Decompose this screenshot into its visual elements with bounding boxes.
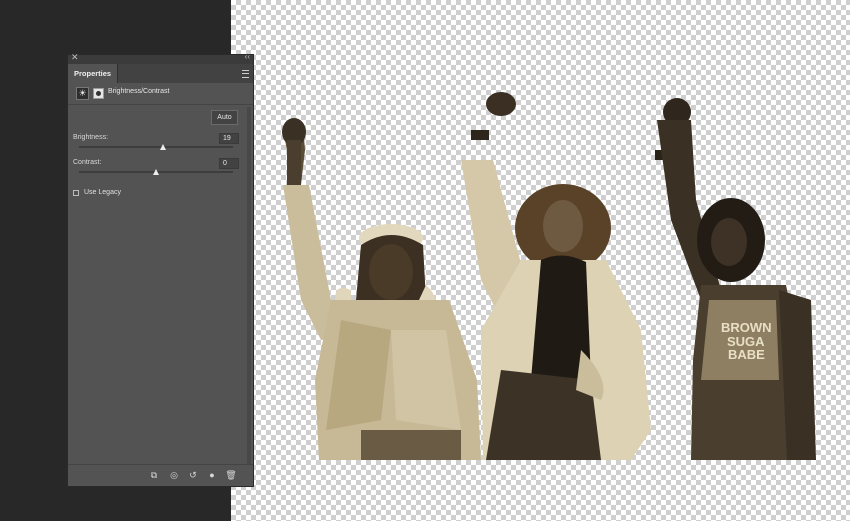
view-previous-icon[interactable]: ◎ bbox=[168, 469, 180, 481]
tab-properties[interactable]: Properties bbox=[68, 64, 119, 83]
clip-to-layer-icon[interactable]: ⧉ bbox=[148, 469, 160, 481]
adjustment-header: ☀ Brightness/Contrast bbox=[68, 83, 253, 105]
panel-title-strip[interactable]: ✕ ‹‹ bbox=[68, 52, 253, 64]
contrast-slider[interactable] bbox=[79, 169, 233, 175]
trash-icon[interactable]: 🗑 bbox=[225, 469, 237, 481]
contrast-slider-thumb[interactable] bbox=[152, 169, 159, 175]
panel-tab-bar: Properties bbox=[68, 64, 253, 83]
document-canvas[interactable]: BROWN SUGA BABE bbox=[231, 0, 850, 521]
photo-layer: BROWN SUGA BABE bbox=[282, 92, 816, 460]
panel-footer: ⧉ ◎ ↺ ● 🗑 bbox=[68, 464, 253, 486]
brightness-value-field[interactable]: 19 bbox=[219, 133, 239, 144]
woman-right: BROWN SUGA BABE bbox=[655, 98, 816, 460]
reset-icon[interactable]: ↺ bbox=[187, 469, 199, 481]
adjustment-title: Brightness/Contrast bbox=[108, 88, 170, 95]
use-legacy-checkbox[interactable] bbox=[73, 190, 79, 196]
use-legacy-label: Use Legacy bbox=[84, 189, 121, 196]
brightness-label: Brightness: bbox=[73, 134, 109, 141]
contrast-label: Contrast: bbox=[73, 159, 102, 166]
svg-text:BABE: BABE bbox=[728, 347, 765, 362]
contrast-value-field[interactable]: 0 bbox=[219, 158, 239, 169]
auto-button[interactable]: Auto bbox=[211, 110, 238, 125]
brightness-contrast-icon: ☀ bbox=[76, 87, 89, 100]
panel-collapse-icon[interactable]: ‹‹ bbox=[245, 52, 250, 61]
mask-icon[interactable] bbox=[93, 88, 104, 99]
shirt-print: BROWN bbox=[721, 320, 772, 335]
brightness-slider-thumb[interactable] bbox=[160, 144, 167, 150]
visibility-icon[interactable]: ● bbox=[206, 469, 218, 481]
panel-menu-icon[interactable] bbox=[242, 70, 249, 78]
properties-panel: ✕ ‹‹ Properties ☀ Brightness/Contrast Au… bbox=[67, 52, 254, 487]
woman-left bbox=[282, 118, 481, 460]
woman-middle bbox=[461, 92, 651, 460]
brightness-slider[interactable] bbox=[79, 144, 233, 150]
panel-close-icon[interactable]: ✕ bbox=[71, 52, 79, 63]
panel-scrollbar[interactable] bbox=[247, 107, 251, 465]
